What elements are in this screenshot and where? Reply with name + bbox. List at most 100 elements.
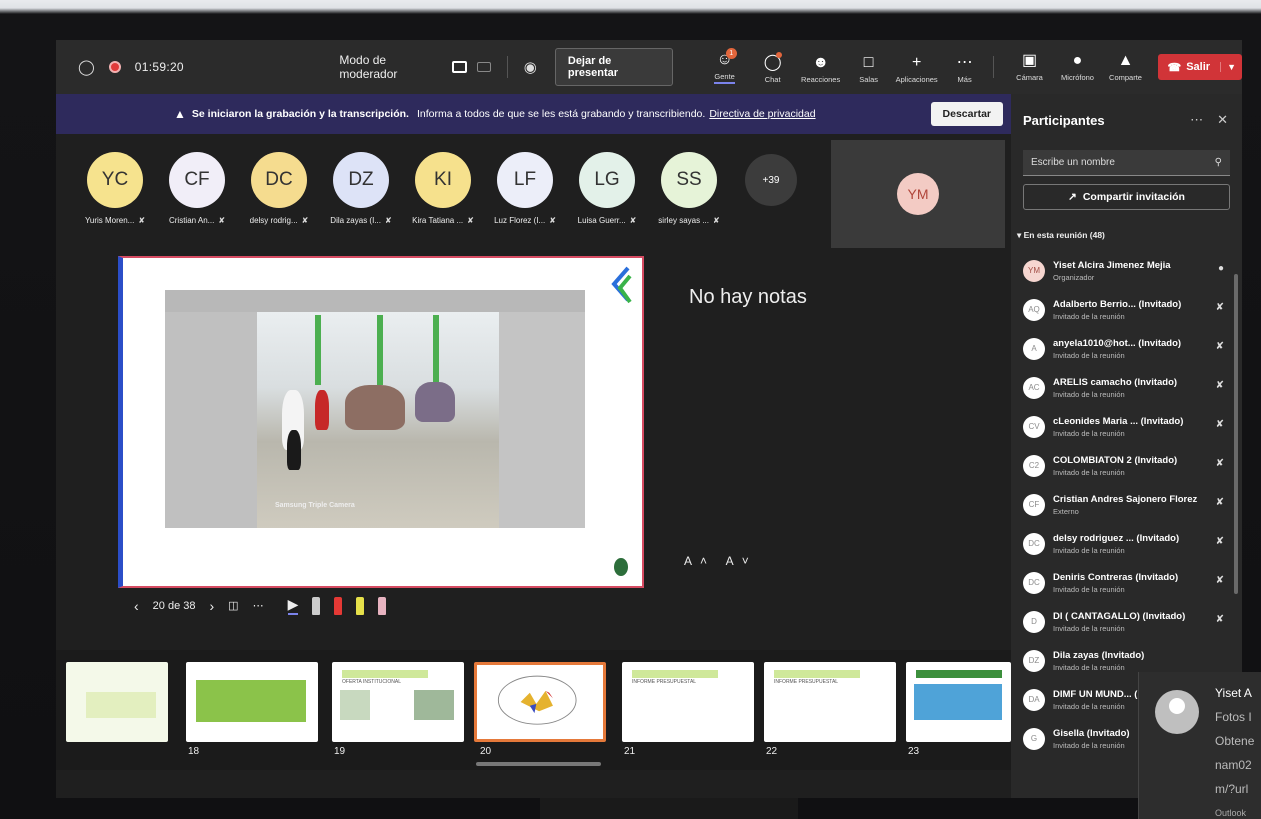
list-item[interactable]: D DI ( CANTAGALLO) (Invitado) Invitado de …	[1011, 602, 1242, 641]
avatar: DC	[1023, 571, 1045, 594]
filmstrip-scrollbar[interactable]	[476, 762, 601, 766]
next-slide-icon[interactable]: ›	[210, 598, 215, 614]
eye-icon[interactable]: ◉	[524, 58, 537, 76]
slide-thumbnail[interactable]: OFERTA INSTITUCIONAL	[332, 662, 464, 742]
share-icon: ▲	[1117, 52, 1134, 69]
slide-number: 18	[188, 746, 200, 757]
share-button[interactable]: ▲ Comparte	[1104, 52, 1148, 82]
participant-tile[interactable]: DZ Dila zayas (I... ✘	[324, 152, 398, 225]
list-item[interactable]: AQ Adalberto Berrio... (Invitado) Invitado…	[1011, 290, 1242, 329]
more-icon[interactable]: ⋯	[1190, 112, 1203, 128]
list-item[interactable]: Aanyela1010@hot... (Invitado) Invitado de…	[1011, 329, 1242, 368]
pen-white-icon[interactable]	[312, 597, 321, 615]
participant-tile[interactable]: KI Kira Tatiana ... ✘	[406, 152, 480, 225]
discard-button[interactable]: Descartar	[930, 102, 1003, 126]
list-item[interactable]: YM Yiset Alcira Jimenez Mejia Organizador ●	[1011, 251, 1242, 290]
camera-button[interactable]: ▣ Cámara	[1008, 52, 1052, 82]
avatar: CV	[1023, 415, 1045, 438]
apps-button[interactable]: + Aplicaciones	[895, 54, 939, 84]
avatar: DC	[251, 152, 307, 208]
camera-watermark: Samsung Triple Camera	[275, 502, 355, 509]
panel-scrollbar[interactable]	[1234, 274, 1238, 594]
list-item[interactable]: CF Cristian Andres Sajonero Florez Externo…	[1011, 485, 1242, 524]
warning-icon: ▲	[174, 107, 186, 121]
slide-thumbnail[interactable]	[186, 662, 318, 742]
grid-view-icon[interactable]: ◫	[228, 599, 238, 612]
leave-button[interactable]: ☎ Salir ▼	[1157, 54, 1242, 80]
highlighter-icon[interactable]	[356, 597, 365, 615]
avatar: YM	[897, 173, 939, 215]
pen-red-icon[interactable]	[334, 597, 343, 615]
font-size-buttons[interactable]: A˄ A˅	[684, 554, 757, 568]
participant-tile[interactable]: LG Luisa Guerr... ✘	[570, 152, 644, 225]
slide-number: 20	[480, 746, 492, 757]
slide-photo: Samsung Triple Camera	[165, 290, 585, 528]
mic-off-icon: ✘	[138, 216, 146, 225]
slide-thumbnail[interactable]: INFORME PRESUPUESTAL	[906, 662, 1011, 742]
slide-thumbnail-selected[interactable]	[474, 662, 606, 742]
rooms-button[interactable]: □ Salas	[847, 54, 891, 84]
self-video-tile[interactable]: YM	[831, 140, 1005, 248]
stop-presenting-button[interactable]: Dejar de presentar	[554, 48, 673, 86]
share-icon: ↗	[1068, 191, 1077, 203]
avatar: C2	[1023, 454, 1045, 477]
monitor-stand	[540, 798, 798, 819]
avatar: DC	[1023, 532, 1045, 555]
plus-icon: +	[911, 53, 922, 71]
list-item[interactable]: AC ARELIS camacho (Invitado) Invitado de l…	[1011, 368, 1242, 407]
people-button[interactable]: ☺ 1 Gente	[703, 47, 747, 84]
avatar: D	[1023, 610, 1045, 633]
panel-title: Participantes	[1023, 112, 1105, 128]
slide-thumbnail[interactable]: INFORME PRESUPUESTAL	[622, 662, 754, 742]
chat-button[interactable]: ◯ Chat	[751, 51, 795, 84]
share-invite-button[interactable]: ↗ Compartir invitación	[1023, 184, 1230, 210]
list-item[interactable]: C2 COLOMBIATON 2 (Invitado) Invitado de la…	[1011, 446, 1242, 485]
recording-banner: ▲ Se iniciaron la grabación y la transcr…	[56, 94, 1011, 134]
avatar: DA	[1023, 688, 1045, 711]
slide-thumbnail[interactable]	[66, 662, 168, 742]
participant-tile[interactable]: SS sirley sayas ... ✘	[652, 152, 726, 225]
list-item[interactable]: CV cLeonides Maria ... (Invitado) Invitado…	[1011, 407, 1242, 446]
mic-off-icon: ✘	[1215, 341, 1224, 352]
participant-tile[interactable]: YC Yuris Moren... ✘	[78, 152, 152, 225]
slide-counter: 20 de 38	[152, 599, 196, 612]
participant-tile[interactable]: CF Cristian An... ✘	[160, 152, 234, 225]
mic-off-icon: ✘	[1215, 614, 1224, 625]
moderator-on-icon[interactable]	[452, 61, 468, 73]
moderator-off-icon[interactable]	[477, 62, 491, 72]
more-button[interactable]: ⋯ Más	[943, 54, 987, 84]
slide-number: 22	[766, 746, 778, 757]
chevron-down-icon[interactable]: ▼	[1220, 62, 1242, 72]
search-icon: ⚲	[1214, 157, 1222, 168]
search-input[interactable]: Escribe un nombre ⚲	[1023, 150, 1230, 176]
avatar: AC	[1023, 376, 1045, 399]
more-options-icon[interactable]: ⋯	[253, 599, 264, 612]
banner-text: Informa a todos de que se les está graba…	[416, 108, 706, 120]
reactions-button[interactable]: ☻ Reacciones	[799, 54, 843, 84]
laser-pointer-icon[interactable]: ▶	[287, 596, 299, 615]
avatar: YC	[87, 152, 143, 208]
previous-slide-icon[interactable]: ‹	[134, 598, 139, 614]
mic-off-icon: ✘	[1215, 302, 1224, 313]
eraser-icon[interactable]	[378, 597, 387, 615]
avatar: DZ	[333, 152, 389, 208]
close-icon[interactable]: ✕	[1217, 112, 1228, 128]
mic-off-icon: ✘	[629, 216, 637, 225]
avatar: DZ	[1023, 649, 1045, 672]
more-icon: ⋯	[956, 53, 973, 71]
avatar: CF	[1023, 493, 1045, 516]
shield-icon: ◯	[78, 59, 95, 76]
participant-tile[interactable]: LF Luz Florez (I... ✘	[488, 152, 562, 225]
list-item[interactable]: DC Deniris Contreras (Invitado) Invitado d…	[1011, 563, 1242, 602]
in-meeting-section[interactable]: ▾ En esta reunión (48)	[1017, 230, 1242, 241]
notification-toast[interactable]: Yiset A Fotos I Obtene nam02 m/?url Outl…	[1138, 672, 1261, 819]
microphone-button[interactable]: ● Micrófono	[1056, 52, 1100, 82]
meeting-timer: 01:59:20	[134, 60, 184, 74]
slide-thumbnail[interactable]: INFORME PRESUPUESTAL	[764, 662, 896, 742]
list-item[interactable]: DC delsy rodriguez ... (Invitado) Invitado…	[1011, 524, 1242, 563]
mic-off-icon: ✘	[1215, 419, 1224, 430]
participant-tile[interactable]: DC delsy rodrig... ✘	[242, 152, 316, 225]
speaker-notes: No hay notas	[689, 286, 807, 308]
more-participants[interactable]: +39	[734, 152, 808, 225]
privacy-link[interactable]: Directiva de privacidad	[709, 108, 815, 120]
